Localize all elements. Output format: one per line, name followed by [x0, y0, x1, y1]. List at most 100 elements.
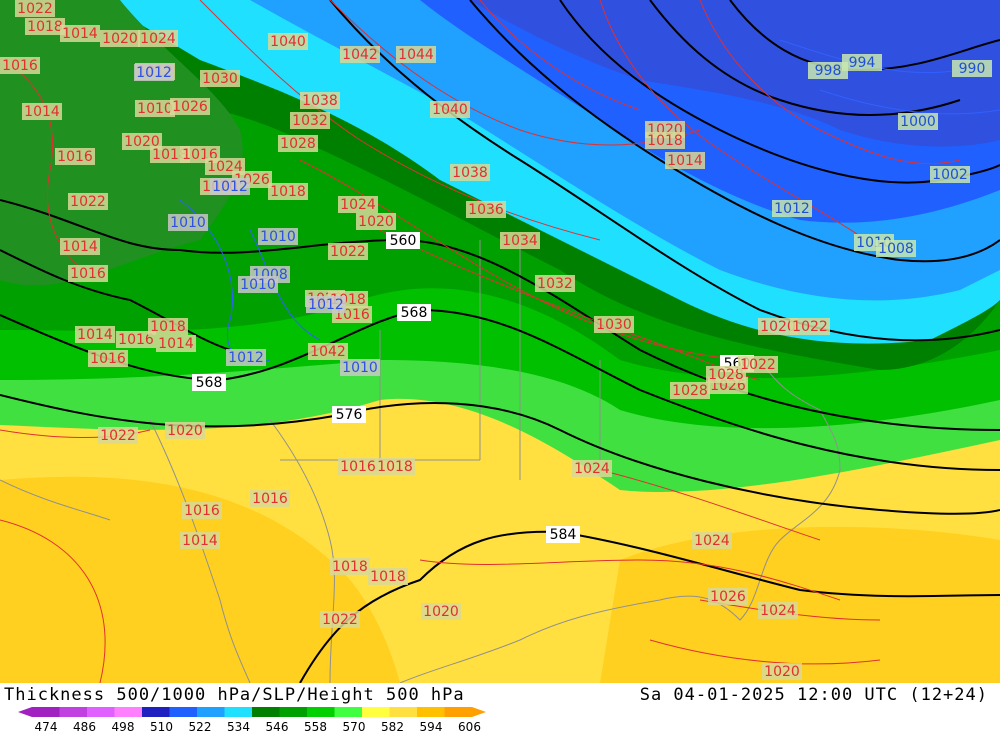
- slp-label-low-text: 1000: [900, 114, 936, 130]
- legend-swatch: [279, 707, 308, 717]
- slp-label-high-text: 1020: [764, 664, 800, 680]
- slp-label-low-text: 1002: [932, 167, 968, 183]
- slp-label-low: 1000: [898, 113, 938, 130]
- legend-swatch: [114, 707, 143, 717]
- slp-label-high-text: 1022: [330, 244, 366, 260]
- slp-label-high-text: 1022: [17, 1, 53, 17]
- height-label: 576: [332, 406, 366, 423]
- slp-label-low: 1012: [134, 64, 174, 81]
- slp-label-high: 1030: [200, 70, 240, 87]
- slp-label-high: 1034: [500, 232, 540, 249]
- slp-label-high-text: 1032: [537, 276, 573, 292]
- slp-label-high: 1018: [330, 558, 370, 575]
- slp-label-low-text: 1008: [878, 241, 914, 257]
- slp-label-low-text: 1010: [170, 215, 206, 231]
- footer: Thickness 500/1000 hPa/SLP/Height 500 hP…: [0, 683, 1000, 733]
- slp-label-high: 1022: [98, 427, 138, 444]
- slp-label-high-text: 1040: [270, 34, 306, 50]
- slp-label-high-text: 1016: [57, 149, 93, 165]
- slp-label-low: 1012: [772, 200, 812, 217]
- slp-label-high-text: 1034: [502, 233, 538, 249]
- slp-label-high-text: 1030: [202, 71, 238, 87]
- slp-label-high-text: 1020: [358, 214, 394, 230]
- slp-label-high-text: 1038: [452, 165, 488, 181]
- slp-label-high: 1016: [0, 57, 40, 74]
- slp-label-high-text: 1016: [90, 351, 126, 367]
- slp-label-low: 1010: [168, 214, 208, 231]
- slp-label-high-text: 1018: [370, 569, 406, 585]
- slp-label-high-text: 1022: [100, 428, 136, 444]
- legend-swatch: [87, 707, 115, 717]
- slp-label-high-text: 1014: [667, 153, 703, 169]
- slp-label-high: 1016: [68, 265, 108, 282]
- legend-swatch: [252, 707, 280, 717]
- slp-label-high: 1018: [645, 132, 685, 149]
- slp-label-high-text: 1014: [182, 533, 218, 549]
- slp-label-high-text: 1020: [102, 31, 138, 47]
- slp-label-low-text: 1010: [240, 277, 276, 293]
- slp-label-high: 1022: [790, 318, 830, 335]
- legend-arrow-left: [18, 707, 32, 717]
- slp-label-high-text: 1018: [332, 559, 368, 575]
- slp-label-high: 1020: [762, 663, 802, 680]
- slp-label-high: 1014: [156, 335, 196, 352]
- slp-label-high: 1022: [15, 0, 55, 17]
- legend-swatch: [444, 707, 473, 717]
- slp-label-high: 1016: [182, 502, 222, 519]
- slp-label-high: 1020: [100, 30, 140, 47]
- slp-label-high: 1022: [320, 611, 360, 628]
- slp-label-high: 1018: [25, 18, 65, 35]
- legend-swatch: [169, 707, 198, 717]
- slp-label-high-text: 1022: [322, 612, 358, 628]
- legend-tick-label: 570: [343, 720, 366, 733]
- slp-label-high: 1018: [148, 318, 188, 335]
- legend-swatch: [197, 707, 225, 717]
- legend-tick-label: 522: [189, 720, 212, 733]
- slp-label-high-text: 1024: [694, 533, 730, 549]
- legend-swatch: [224, 707, 253, 717]
- slp-label-high-text: 1016: [252, 491, 288, 507]
- slp-label-high-text: 1022: [70, 194, 106, 210]
- slp-label-low-text: 1010: [260, 229, 296, 245]
- slp-label-high: 1024: [338, 196, 378, 213]
- slp-label-high: 1014: [180, 532, 220, 549]
- slp-label-high: 1040: [268, 33, 308, 50]
- slp-label-high-text: 1020: [423, 604, 459, 620]
- slp-label-high: 1018: [368, 568, 408, 585]
- weather-map: 560 568 568 576 584 560 10221018 1014 1020…: [0, 0, 1000, 683]
- slp-label-low: 1010: [238, 276, 278, 293]
- slp-label-high-text: 1022: [792, 319, 828, 335]
- slp-label-low: 1012: [226, 349, 266, 366]
- legend-swatch: [307, 707, 335, 717]
- svg-text:560: 560: [390, 233, 417, 249]
- slp-label-high: 1020: [421, 603, 461, 620]
- slp-label-high: 1014: [75, 326, 115, 343]
- height-label: 560: [386, 232, 420, 249]
- slp-label-high-text: 1024: [574, 461, 610, 477]
- slp-label-high-text: 1016: [340, 459, 376, 475]
- slp-label-high-text: 1044: [398, 47, 434, 63]
- legend-swatch: [389, 707, 418, 717]
- slp-label-low-text: 990: [959, 61, 986, 77]
- slp-label-high: 1030: [594, 316, 634, 333]
- slp-label-high-text: 1024: [340, 197, 376, 213]
- slp-label-high: 1044: [396, 46, 436, 63]
- slp-label-low: 1012: [210, 178, 250, 195]
- band-582-east: [600, 526, 1000, 683]
- legend-swatch: [334, 707, 363, 717]
- slp-label-high: 1022: [738, 356, 778, 373]
- slp-label-low-text: 1012: [774, 201, 810, 217]
- legend-arrow-right: [472, 707, 486, 717]
- slp-label-high: 1024: [692, 532, 732, 549]
- slp-label-high-text: 1014: [62, 239, 98, 255]
- svg-text:584: 584: [550, 527, 577, 543]
- slp-label-high-text: 1020: [167, 423, 203, 439]
- slp-label-low: 1008: [876, 240, 916, 257]
- slp-label-high: 1026: [170, 98, 210, 115]
- slp-label-high: 1014: [60, 238, 100, 255]
- slp-label-low: 1010: [258, 228, 298, 245]
- legend-tick-label: 510: [150, 720, 173, 733]
- slp-label-high-text: 1016: [70, 266, 106, 282]
- slp-label-high: 1028: [278, 135, 318, 152]
- slp-label-high-text: 1018: [377, 459, 413, 475]
